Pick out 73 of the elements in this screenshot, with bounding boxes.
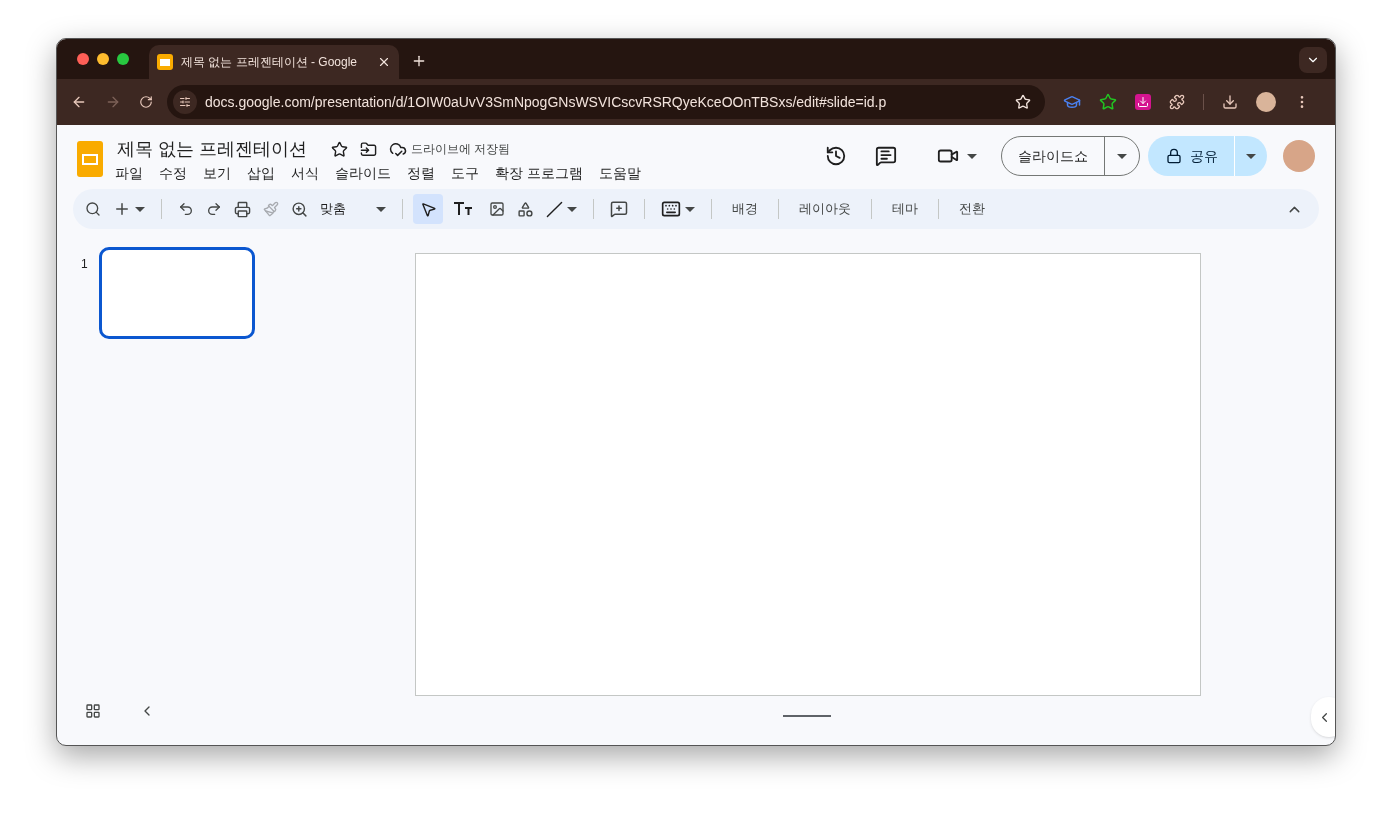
menu-item[interactable]: 슬라이드 xyxy=(335,163,391,184)
maximize-window-button[interactable] xyxy=(117,53,129,65)
download-icon[interactable] xyxy=(1222,94,1238,110)
caret-icon xyxy=(135,206,145,212)
menu-item[interactable]: 서식 xyxy=(291,163,319,184)
grid-view-icon[interactable] xyxy=(85,703,101,719)
line-icon xyxy=(546,200,563,218)
plus-icon xyxy=(113,200,131,218)
slides-favicon-icon xyxy=(157,54,173,70)
select-tool-button[interactable] xyxy=(413,194,443,224)
menu-item[interactable]: 삽입 xyxy=(247,163,275,184)
menu-item[interactable]: 정렬 xyxy=(407,163,435,184)
url-text: docs.google.com/presentation/d/1OIW0aUvV3SmNpogGNsWSVICscvRSRQyeKceOOnTBSxs/edit#slide=id.p xyxy=(205,92,888,112)
minimize-window-button[interactable] xyxy=(97,53,109,65)
slide-number: 1 xyxy=(81,256,89,273)
pointer-icon xyxy=(419,200,437,218)
toolbar-text-button[interactable]: 레이아웃 xyxy=(795,199,855,219)
keyboard-icon xyxy=(661,199,681,219)
star-extension-icon[interactable] xyxy=(1099,93,1117,111)
text-box-icon[interactable] xyxy=(453,202,473,216)
toolbar-text-button[interactable]: 전환 xyxy=(955,199,989,219)
graduation-cap-icon[interactable] xyxy=(1063,93,1081,111)
line-tool-button[interactable] xyxy=(546,200,577,218)
zoom-dropdown[interactable]: 맞춤 xyxy=(320,199,386,219)
zoom-icon[interactable] xyxy=(291,200,308,218)
caret-icon xyxy=(1246,153,1256,159)
toolbar-text-button[interactable]: 배경 xyxy=(728,199,762,219)
caret-icon xyxy=(376,206,386,212)
add-comment-icon[interactable] xyxy=(610,200,628,218)
speaker-notes-handle[interactable] xyxy=(783,715,831,717)
address-bar[interactable]: docs.google.com/presentation/d/1OIW0aUvV3SmNpogGNsWSVICscvRSRQyeKceOOnTBSxs/edit#slide=id.p xyxy=(167,85,1045,119)
search-icon[interactable] xyxy=(85,201,101,217)
menu-item[interactable]: 확장 프로그램 xyxy=(495,163,583,184)
slide-thumbnail[interactable] xyxy=(99,247,255,339)
input-tools-button[interactable] xyxy=(661,199,695,219)
document-title[interactable]: 제목 없는 프레젠테이션 xyxy=(117,135,307,163)
version-history-icon[interactable] xyxy=(825,145,847,167)
reload-icon[interactable] xyxy=(139,95,153,109)
back-icon[interactable] xyxy=(71,94,87,110)
cloud-saved-icon[interactable] xyxy=(389,140,407,158)
toolbar-text-button[interactable]: 테마 xyxy=(888,199,922,219)
download-extension-icon[interactable] xyxy=(1135,94,1151,110)
browser-tab[interactable]: 제목 없는 프레젠테이션 - Google xyxy=(149,45,399,79)
shape-icon[interactable] xyxy=(517,200,534,218)
close-tab-icon[interactable] xyxy=(377,55,391,69)
tab-search-button[interactable] xyxy=(1299,47,1327,73)
download-arrow-icon xyxy=(1137,96,1149,108)
new-tab-icon[interactable] xyxy=(411,53,427,69)
profile-avatar[interactable] xyxy=(1256,92,1276,112)
menu-item[interactable]: 파일 xyxy=(115,163,143,184)
menu-item[interactable]: 도움말 xyxy=(598,163,641,184)
menu-item[interactable]: 보기 xyxy=(203,163,231,184)
redo-icon[interactable] xyxy=(206,201,222,217)
close-window-button[interactable] xyxy=(77,53,89,65)
site-settings-icon[interactable] xyxy=(179,96,191,108)
menu-item[interactable]: 수정 xyxy=(159,163,187,184)
caret-icon xyxy=(1117,153,1127,159)
star-icon[interactable] xyxy=(331,140,348,158)
new-slide-button[interactable] xyxy=(113,200,145,218)
caret-icon xyxy=(967,153,977,159)
comments-icon[interactable] xyxy=(875,145,897,167)
caret-icon xyxy=(567,206,577,212)
extensions-icon[interactable] xyxy=(1169,94,1185,110)
undo-icon[interactable] xyxy=(178,201,194,217)
caret-icon xyxy=(685,206,695,212)
print-icon[interactable] xyxy=(234,200,251,218)
move-folder-icon[interactable] xyxy=(360,140,377,158)
lock-icon xyxy=(1166,148,1182,164)
bookmark-star-icon[interactable] xyxy=(1015,94,1031,110)
save-status: 드라이브에 저장됨 xyxy=(411,141,511,158)
tab-title: 제목 없는 프레젠테이션 - Google xyxy=(181,54,359,71)
image-icon[interactable] xyxy=(489,201,505,217)
menu-item[interactable]: 도구 xyxy=(451,163,479,184)
